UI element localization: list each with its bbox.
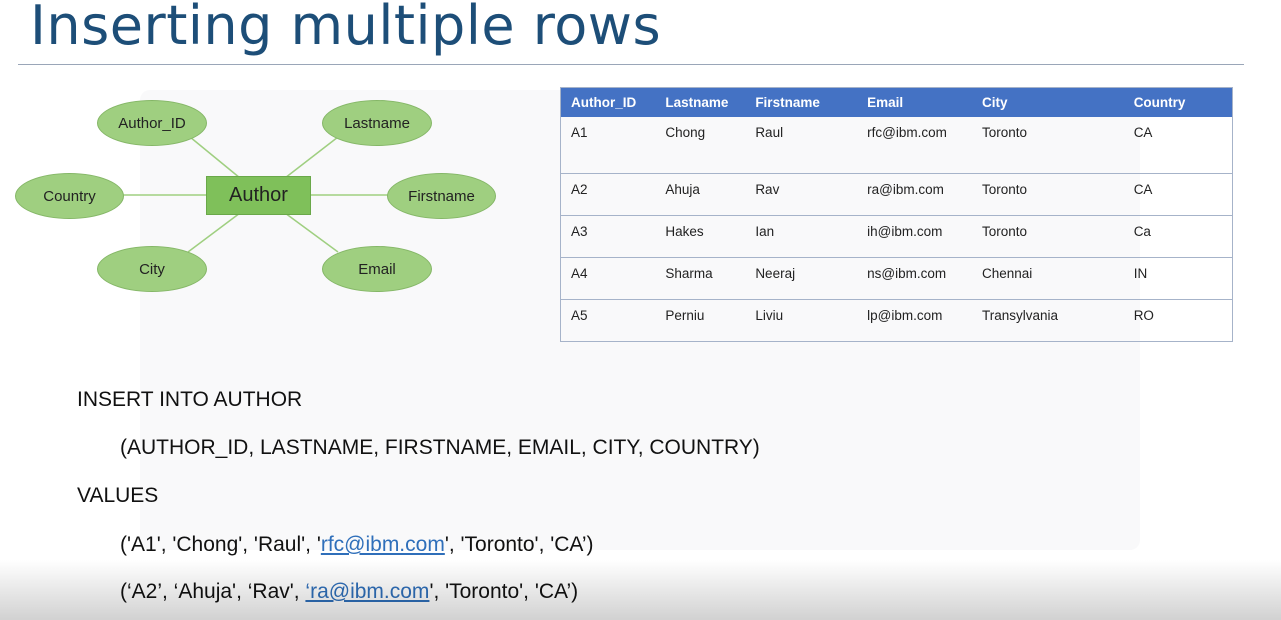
sql-values-row-1: ('A1', 'Chong', 'Raul', 'rfc@ibm.com', '… [120,533,594,557]
email-link[interactable]: ‘ra@ibm.com [305,580,429,603]
er-diagram: Author_ID Lastname Country Author Firstn… [0,80,520,310]
table-cell: lp@ibm.com [857,299,972,342]
column-header: City [972,87,1124,117]
table-cell: RO [1123,299,1233,342]
column-header: Email [857,87,972,117]
column-header: Firstname [745,87,858,117]
table-cell: Liviu [745,299,858,342]
sql-values-text: ('A1', 'Chong', 'Raul', ' [120,533,321,556]
sql-values-text: ', 'Toronto', 'CA’) [429,580,579,603]
table-cell: Toronto [972,215,1124,258]
author-table: Author_ID Lastname Firstname Email City … [560,87,1233,342]
attribute-author-id: Author_ID [97,100,207,146]
table-cell: Toronto [982,125,1028,140]
attribute-firstname: Firstname [387,173,496,219]
table-cell: CA [1123,173,1233,216]
table-cell: A2 [560,173,656,216]
table-cell: Raul [755,125,784,140]
table-cell: Toronto [972,173,1124,216]
entity-author: Author [206,176,311,215]
table-row: A3 Hakes Ian ih@ibm.com Toronto Ca [560,215,1233,258]
table-cell: CA [1133,125,1153,140]
table-header-row: Author_ID Lastname Firstname Email City … [560,87,1233,117]
table-cell: ra@ibm.com [857,173,972,216]
table-cell: Ahuja [655,173,746,216]
table-cell: ns@ibm.com [857,257,972,300]
email-link[interactable]: rfc@ibm.com [321,533,445,556]
attribute-email: Email [322,246,432,292]
table-row: A2 Ahuja Rav ra@ibm.com Toronto CA [560,173,1233,216]
table-cell: Chong [665,125,706,140]
sql-values-text: (‘A2’, ‘Ahuja', ‘Rav', [120,580,306,603]
table-cell: A4 [560,257,656,300]
attribute-city: City [97,246,207,292]
table-cell: Hakes [655,215,746,258]
table-cell: Rav [745,173,858,216]
column-header: Country [1123,87,1233,117]
table-row: A1 Chong Raul rfc@ibm.com Toronto CA [561,117,1233,174]
title-divider [18,64,1244,65]
table-cell: Neeraj [745,257,858,300]
table-cell: Ian [745,215,858,258]
attribute-country: Country [15,173,124,219]
table-cell: Sharma [655,257,746,300]
column-header: Author_ID [560,87,656,117]
table-row: A5 Perniu Liviu lp@ibm.com Transylvania … [560,299,1233,342]
table-cell: A5 [560,299,656,342]
sql-values-text: ', 'Toronto', 'CA’) [444,533,594,556]
sql-columns-line: (AUTHOR_ID, LASTNAME, FIRSTNAME, EMAIL, … [120,436,760,459]
column-header: Lastname [655,87,746,117]
table-cell: Transylvania [972,299,1124,342]
table-cell: A1 [571,125,588,140]
table-cell: A3 [560,215,656,258]
table-cell: ih@ibm.com [857,215,972,258]
table-cell: Perniu [655,299,746,342]
table-cell: Ca [1123,215,1233,258]
table-row: A4 Sharma Neeraj ns@ibm.com Chennai IN [560,257,1233,300]
table-cell: IN [1123,257,1233,300]
table-cell: Chennai [972,257,1124,300]
slide-title: Inserting multiple rows [30,0,662,57]
attribute-lastname: Lastname [322,100,432,146]
sql-insert-line: INSERT INTO AUTHOR [77,388,303,411]
table-cell: rfc@ibm.com [867,125,947,140]
sql-values-keyword: VALUES [77,484,159,507]
sql-values-row-2: (‘A2’, ‘Ahuja', ‘Rav', ‘ra@ibm.com', 'To… [120,580,578,604]
